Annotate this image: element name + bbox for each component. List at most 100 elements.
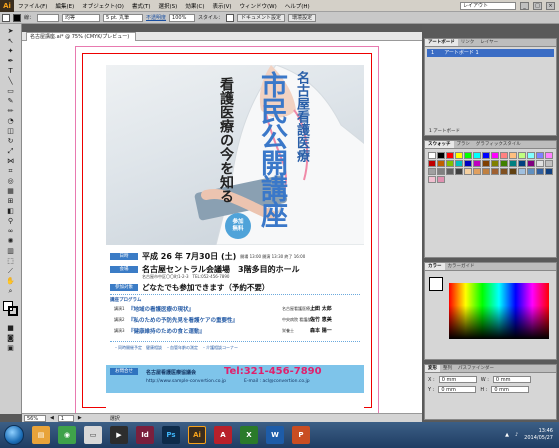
swatch[interactable]: [464, 152, 472, 159]
eraser-tool-icon[interactable]: ◫: [3, 127, 19, 136]
scale-tool-icon[interactable]: ⤢: [3, 147, 19, 156]
swatch[interactable]: [536, 168, 544, 175]
close-icon[interactable]: ×: [546, 1, 555, 10]
swatch[interactable]: [482, 152, 490, 159]
swatch[interactable]: [446, 168, 454, 175]
folder-icon[interactable]: ▭: [84, 426, 102, 444]
swatch[interactable]: [527, 160, 535, 167]
rotate-tool-icon[interactable]: ↻: [3, 137, 19, 146]
tab-color-guide[interactable]: カラーガイド: [445, 263, 478, 270]
swatch[interactable]: [455, 168, 463, 175]
style-swatch[interactable]: [226, 13, 235, 22]
opacity-field[interactable]: 100%: [169, 13, 196, 22]
swatch[interactable]: [482, 160, 490, 167]
menu-file[interactable]: ファイル(F): [14, 2, 51, 10]
tab-brushes[interactable]: ブラシ: [454, 141, 473, 148]
swatch[interactable]: [428, 168, 436, 175]
menu-select[interactable]: 選択(S): [155, 2, 182, 10]
pencil-tool-icon[interactable]: ✏: [3, 107, 19, 116]
menu-window[interactable]: ウィンドウ(W): [236, 2, 281, 10]
hand-tool-icon[interactable]: ✋: [3, 277, 19, 286]
swatch[interactable]: [536, 152, 544, 159]
shape-builder-tool-icon[interactable]: ◎: [3, 177, 19, 186]
variable-width-field[interactable]: 均等: [62, 13, 101, 22]
color-fill-box[interactable]: [429, 277, 443, 291]
preferences-button[interactable]: 環境設定: [288, 13, 317, 22]
line-tool-icon[interactable]: ╲: [3, 77, 19, 86]
menu-help[interactable]: ヘルプ(H): [281, 2, 314, 10]
swatch[interactable]: [464, 168, 472, 175]
tab-align[interactable]: 整列: [440, 365, 455, 372]
swatch[interactable]: [518, 168, 526, 175]
swatch[interactable]: [437, 160, 445, 167]
type-tool-icon[interactable]: T: [3, 67, 19, 76]
swatch[interactable]: [464, 160, 472, 167]
blend-tool-icon[interactable]: ∞: [3, 227, 19, 236]
swatch[interactable]: [446, 152, 454, 159]
zoom-field[interactable]: 56%: [24, 414, 46, 422]
rectangle-tool-icon[interactable]: ▭: [3, 87, 19, 96]
fill-swatch[interactable]: [2, 13, 10, 22]
document-tab[interactable]: 名古屋講座.ai* @ 75% (CMYK/プレビュー): [26, 32, 137, 41]
swatch[interactable]: [491, 160, 499, 167]
tab-transform[interactable]: 変形: [425, 365, 440, 372]
artboard-list-item[interactable]: 1 アートボード 1: [427, 49, 554, 57]
tab-color[interactable]: カラー: [425, 263, 445, 270]
swatch[interactable]: [509, 160, 517, 167]
photoshop-icon[interactable]: Ps: [162, 426, 180, 444]
menu-view[interactable]: 表示(V): [208, 2, 235, 10]
fill-stroke-icon[interactable]: [2, 301, 19, 317]
swatch[interactable]: [437, 152, 445, 159]
menu-type[interactable]: 書式(T): [128, 2, 155, 10]
screen-mode-icon[interactable]: ▣: [3, 344, 19, 353]
swatch[interactable]: [428, 176, 436, 183]
opacity-link[interactable]: 不透明度: [146, 14, 166, 21]
swatch[interactable]: [509, 168, 517, 175]
swatch[interactable]: [545, 152, 553, 159]
symbol-sprayer-tool-icon[interactable]: ✺: [3, 237, 19, 246]
width-tool-icon[interactable]: ⋈: [3, 157, 19, 166]
volume-icon[interactable]: ♪: [515, 432, 518, 438]
draw-mode-icon[interactable]: ◙: [3, 334, 19, 343]
swatch[interactable]: [491, 152, 499, 159]
free-transform-tool-icon[interactable]: ⌗: [3, 167, 19, 176]
document-setup-button[interactable]: ドキュメント設定: [237, 13, 286, 22]
swatch[interactable]: [500, 160, 508, 167]
swatch[interactable]: [473, 160, 481, 167]
network-icon[interactable]: ▲: [505, 432, 509, 438]
acrobat-icon[interactable]: A: [214, 426, 232, 444]
swatch[interactable]: [455, 152, 463, 159]
swatch[interactable]: [518, 160, 526, 167]
direct-selection-tool-icon[interactable]: ↖: [3, 37, 19, 46]
x-field[interactable]: 0 mm: [438, 376, 477, 383]
magic-wand-tool-icon[interactable]: ✦: [3, 47, 19, 56]
tab-swatches[interactable]: スウォッチ: [425, 141, 454, 148]
mesh-tool-icon[interactable]: ⊞: [3, 197, 19, 206]
swatch[interactable]: [545, 168, 553, 175]
prev-artboard-icon[interactable]: ◀: [50, 415, 54, 421]
eyedropper-tool-icon[interactable]: ⚲: [3, 217, 19, 226]
media-icon[interactable]: ▶: [110, 426, 128, 444]
swatch[interactable]: [473, 168, 481, 175]
swatch[interactable]: [455, 160, 463, 167]
start-button[interactable]: [4, 425, 24, 445]
h-field[interactable]: 0 mm: [491, 386, 530, 393]
excel-icon[interactable]: X: [240, 426, 258, 444]
illustrator-icon[interactable]: Ai: [188, 426, 206, 444]
swatch[interactable]: [527, 168, 535, 175]
swatch[interactable]: [446, 160, 454, 167]
perspective-grid-tool-icon[interactable]: ▦: [3, 187, 19, 196]
artboard-number-field[interactable]: 1: [57, 414, 74, 422]
clock[interactable]: 13:46 2014/05/27: [524, 428, 553, 442]
menu-edit[interactable]: 編集(E): [51, 2, 78, 10]
swatch[interactable]: [509, 152, 517, 159]
next-artboard-icon[interactable]: ▶: [78, 415, 82, 421]
canvas[interactable]: 名古屋看護医療 市民公開講座 看護医療の今を知る 参加 無料 日時 平成 26 …: [22, 41, 422, 413]
workspace-switcher[interactable]: レイアウト: [460, 1, 516, 10]
slice-tool-icon[interactable]: ⟋: [3, 267, 19, 276]
word-icon[interactable]: W: [266, 426, 284, 444]
swatch[interactable]: [491, 168, 499, 175]
swatch[interactable]: [437, 176, 445, 183]
stroke-color-box[interactable]: [7, 306, 18, 316]
swatch[interactable]: [545, 160, 553, 167]
